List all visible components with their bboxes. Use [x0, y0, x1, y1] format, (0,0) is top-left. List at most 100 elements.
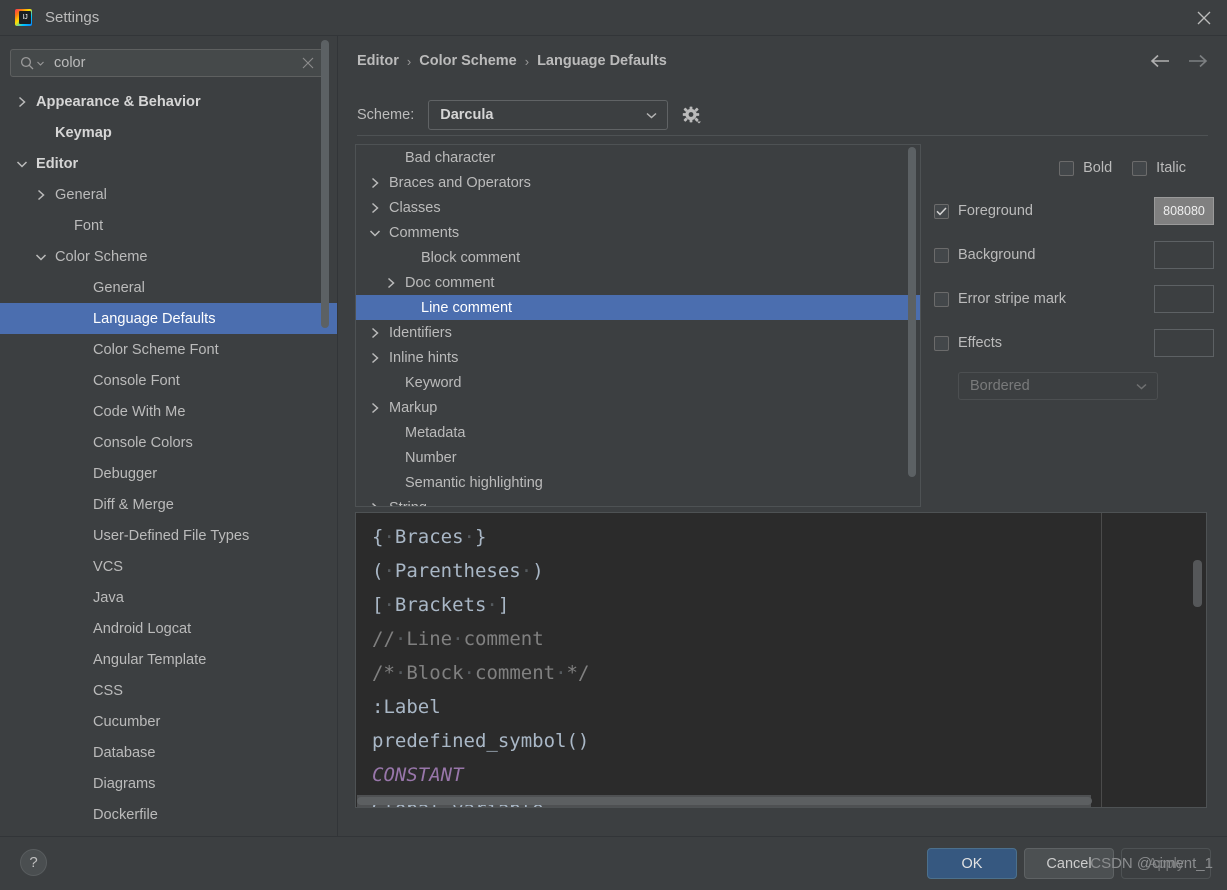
sidebar-item-language-defaults[interactable]: Language Defaults	[0, 303, 337, 334]
sidebar-item-color-scheme-font[interactable]: Color Scheme Font	[0, 334, 337, 365]
apply-button: Apply	[1121, 848, 1211, 879]
intellij-idea-logo-icon: IJ	[13, 8, 33, 28]
gear-icon[interactable]	[682, 106, 702, 125]
chevron-right-icon[interactable]	[367, 325, 383, 341]
preview-vertical-scrollbar-thumb[interactable]	[1193, 560, 1202, 607]
chevron-right-icon[interactable]	[367, 400, 383, 416]
settings-category-tree[interactable]: Appearance & Behavior Keymap Editor General…	[0, 86, 337, 836]
chevron-right-icon	[371, 177, 379, 188]
cancel-button[interactable]: Cancel	[1024, 848, 1114, 879]
arrow-left-icon[interactable]	[1149, 50, 1171, 72]
color-tree-item-string[interactable]: String	[356, 495, 920, 506]
sidebar-item-appearance-behavior[interactable]: Appearance & Behavior	[0, 86, 337, 117]
sidebar-item-cucumber[interactable]: Cucumber	[0, 706, 337, 737]
sidebar-item-color-scheme[interactable]: Color Scheme	[0, 241, 337, 272]
effects-type-dropdown[interactable]: Bordered	[958, 372, 1158, 400]
chevron-right-icon[interactable]	[33, 187, 49, 203]
search-icon[interactable]	[20, 56, 44, 71]
preview-token-dot: ·	[463, 526, 475, 548]
clear-icon[interactable]	[302, 57, 314, 69]
bold-checkbox-group[interactable]: Bold	[1059, 160, 1112, 176]
chevron-right-icon[interactable]	[367, 350, 383, 366]
color-tree-item-number[interactable]: Number	[356, 445, 920, 470]
chevron-right-icon[interactable]	[367, 200, 383, 216]
arrow-right-icon[interactable]	[1187, 50, 1209, 72]
color-tree-item-metadata[interactable]: Metadata	[356, 420, 920, 445]
background-checkbox[interactable]	[934, 247, 949, 263]
close-icon[interactable]	[1181, 0, 1227, 35]
color-tree-item-bad-character[interactable]: Bad character	[356, 145, 920, 170]
sidebar-item-console-colors[interactable]: Console Colors	[0, 427, 337, 458]
search-input[interactable]	[54, 55, 302, 71]
color-tree-item-keyword[interactable]: Keyword	[356, 370, 920, 395]
color-tree-item-markup[interactable]: Markup	[356, 395, 920, 420]
italic-checkbox[interactable]	[1132, 160, 1148, 176]
italic-checkbox-group[interactable]: Italic	[1132, 160, 1186, 176]
sidebar-item-angular-template[interactable]: Angular Template	[0, 644, 337, 675]
chevron-right-icon[interactable]	[383, 275, 399, 291]
sidebar-item-general[interactable]: General	[0, 179, 337, 210]
sidebar-item-css[interactable]: CSS	[0, 675, 337, 706]
ok-button[interactable]: OK	[927, 848, 1017, 879]
foreground-color-swatch[interactable]: 808080	[1154, 197, 1214, 225]
bold-checkbox[interactable]	[1059, 160, 1075, 176]
color-tree-item-identifiers[interactable]: Identifiers	[356, 320, 920, 345]
error-stripe-mark-color-swatch[interactable]	[1154, 285, 1214, 313]
color-tree-item-braces-and-operators[interactable]: Braces and Operators	[356, 170, 920, 195]
color-tree-item-inline-hints[interactable]: Inline hints	[356, 345, 920, 370]
sidebar-scrollbar-thumb[interactable]	[321, 40, 329, 328]
effects-checkbox[interactable]	[934, 335, 949, 351]
color-tree-item-semantic-highlighting[interactable]: Semantic highlighting	[356, 470, 920, 495]
sidebar-item-keymap[interactable]: Keymap	[0, 117, 337, 148]
chevron-down-icon[interactable]	[33, 249, 49, 265]
sidebar-item-diff-merge[interactable]: Diff & Merge	[0, 489, 337, 520]
color-tree-item-label: Doc comment	[405, 274, 495, 291]
sidebar-item-general[interactable]: General	[0, 272, 337, 303]
foreground-checkbox[interactable]	[934, 203, 949, 219]
breadcrumb-item-editor[interactable]: Editor	[357, 53, 399, 69]
sidebar-item-java[interactable]: Java	[0, 582, 337, 613]
color-tree-item-doc-comment[interactable]: Doc comment	[356, 270, 920, 295]
error-stripe-mark-checkbox[interactable]	[934, 291, 949, 307]
sidebar-item-user-defined-file-types[interactable]: User-Defined File Types	[0, 520, 337, 551]
sidebar-item-font[interactable]: Font	[0, 210, 337, 241]
chevron-right-icon[interactable]	[14, 94, 30, 110]
effects-color-swatch[interactable]	[1154, 329, 1214, 357]
preview-line: :Label	[372, 690, 589, 724]
attributes-panel: Bold Italic Foreground 808080 Background Er…	[934, 156, 1214, 400]
preview-token-ident: predefined_symbol()	[372, 730, 590, 752]
chevron-right-icon[interactable]	[367, 175, 383, 191]
sidebar-item-android-logcat[interactable]: Android Logcat	[0, 613, 337, 644]
color-tree-item-label: Classes	[389, 199, 441, 216]
sidebar-item-console-font[interactable]: Console Font	[0, 365, 337, 396]
chevron-down-icon	[369, 229, 381, 237]
search-box[interactable]	[10, 49, 325, 77]
chevron-down-icon[interactable]	[14, 156, 30, 172]
chevron-down-icon[interactable]	[367, 225, 383, 241]
preview-line: {·Braces·}	[372, 520, 589, 554]
sidebar-item-code-with-me[interactable]: Code With Me	[0, 396, 337, 427]
sidebar-item-dockerfile[interactable]: Dockerfile	[0, 799, 337, 830]
color-tree-item-line-comment[interactable]: Line comment	[356, 295, 920, 320]
chevron-right-icon	[18, 96, 26, 107]
preview-horizontal-scrollbar-thumb[interactable]	[357, 797, 1092, 805]
sidebar-item-diagrams[interactable]: Diagrams	[0, 768, 337, 799]
breadcrumb-item-color-scheme[interactable]: Color Scheme	[419, 53, 517, 69]
check-icon	[936, 206, 947, 215]
sidebar-item-vcs[interactable]: VCS	[0, 551, 337, 582]
color-tree-item-comments[interactable]: Comments	[356, 220, 920, 245]
color-tree-item-label: Number	[405, 449, 457, 466]
chevron-right-icon[interactable]	[367, 500, 383, 506]
sidebar-item-editor[interactable]: Editor	[0, 148, 337, 179]
preview-token-const: CONSTANT	[372, 764, 464, 786]
color-tree-scrollbar-thumb[interactable]	[908, 147, 916, 477]
scheme-dropdown[interactable]: Darcula	[428, 100, 669, 130]
code-preview-pane[interactable]: {·Braces·} (·Parentheses·) [·Brackets·]//·…	[355, 512, 1207, 808]
sidebar-item-debugger[interactable]: Debugger	[0, 458, 337, 489]
sidebar-item-database[interactable]: Database	[0, 737, 337, 768]
color-tree-item-classes[interactable]: Classes	[356, 195, 920, 220]
color-settings-tree[interactable]: Bad character Braces and Operators Classes…	[355, 144, 921, 507]
color-tree-item-block-comment[interactable]: Block comment	[356, 245, 920, 270]
help-button[interactable]: ?	[20, 849, 47, 876]
background-color-swatch[interactable]	[1154, 241, 1214, 269]
